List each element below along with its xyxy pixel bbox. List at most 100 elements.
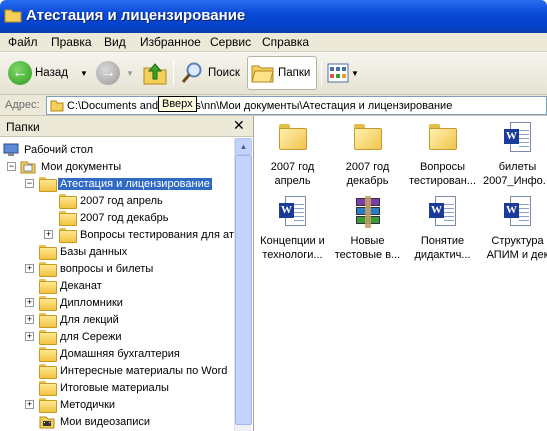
folder-icon [354,124,382,150]
tree-item-databases[interactable]: Базы данных [39,243,129,260]
tree-item-questions-tickets[interactable]: вопросы и билеты [39,260,155,277]
menu-view[interactable]: Вид [104,35,126,49]
tree-item-label: Мои видеозаписи [60,415,151,428]
folders-button[interactable]: Папки [247,56,317,90]
address-bar: Адрес: C:\Documents and Settings\nn\Мои … [0,95,547,116]
search-label: Поиск [208,67,240,79]
expand-icon[interactable]: + [25,315,34,324]
chevron-down-icon: ▼ [351,68,359,78]
tree-item-for-seryozha[interactable]: для Сережи [39,328,124,345]
back-button[interactable]: ← Назад ▼ [8,56,88,90]
tree-item-home-accounting[interactable]: Домашняя бухгалтерия [39,345,182,362]
word-document-icon: W [279,196,307,228]
tree-item-my-documents[interactable]: Мои документы [20,158,123,175]
collapse-icon[interactable]: − [7,162,16,171]
folder-icon [39,398,57,413]
forward-button[interactable]: → ▼ [96,56,134,90]
folder-icon [39,364,57,379]
folders-label: Папки [278,67,311,79]
file-item[interactable]: W Понятие дидактич... [405,196,480,262]
up-button[interactable] [142,56,168,90]
video-folder-icon [39,416,55,428]
menu-help[interactable]: Справка [262,35,309,49]
address-input[interactable]: C:\Documents and Settings\nn\Мои докумен… [46,96,547,115]
folder-icon [59,194,77,209]
tree-item-final-materials[interactable]: Итоговые материалы [39,379,171,396]
file-item[interactable]: W Концепции и технологи... [255,196,330,262]
views-icon [327,63,349,83]
menu-tools[interactable]: Сервис [210,35,251,49]
expand-icon[interactable]: + [25,332,34,341]
tree-item-label: 2007 год декабрь [80,211,169,224]
tree-item-desktop[interactable]: Рабочий стол [3,141,95,158]
tree-item-dekanat[interactable]: Деканат [39,277,104,294]
tree-item-label: Рабочий стол [24,143,94,156]
expand-icon[interactable]: + [25,264,34,273]
tree-item-label: Деканат [60,279,102,292]
file-name-line2: АПИМ и дек [486,249,547,261]
tree-item-my-videos[interactable]: Мои видеозаписи [39,413,152,430]
file-name-line1: 2007 год [270,161,315,173]
menu-edit[interactable]: Правка [51,35,92,49]
folder-icon [4,9,22,23]
tree-item-2007-april[interactable]: 2007 год апрель [59,192,165,209]
tree-item-test-questions[interactable]: Вопросы тестирования для ат [59,226,234,243]
folder-icon [39,381,57,396]
file-item[interactable]: 2007 год декабрь [330,122,405,188]
file-item[interactable]: 2007 год апрель [255,122,330,188]
file-name-line2: апрель [274,175,311,187]
tree-item-atestatsia[interactable]: Атестация и лицензирование [39,175,212,192]
menu-file[interactable]: Файл [8,35,38,49]
collapse-icon[interactable]: − [25,179,34,188]
tree-item-label: 2007 год апрель [80,194,163,207]
expand-icon[interactable]: + [25,298,34,307]
folder-icon [39,347,57,362]
folders-icon [251,65,274,83]
file-list: 2007 год апрель 2007 год декабрь Вопросы… [255,116,547,431]
tree-item-metodichki[interactable]: Методички [39,396,117,413]
file-name-line1: билеты [498,161,537,173]
tree-item-label: Для лекций [60,313,119,326]
folders-scrollbar[interactable]: ▲ [234,138,252,431]
views-button[interactable]: ▼ [327,56,359,90]
folder-icon [39,313,57,328]
tree-item-label: Базы данных [60,245,128,258]
tree-item-label: Методички [60,398,116,411]
search-button[interactable]: Поиск [181,56,240,90]
tree-item-2007-december[interactable]: 2007 год декабрь [59,209,171,226]
title-bar[interactable]: Атестация и лицензирование [0,0,547,33]
scrollbar-thumb[interactable] [235,155,252,425]
folder-icon [59,228,77,243]
tree-item-label: Интересные материалы по Word [60,364,228,377]
expand-icon[interactable]: + [25,400,34,409]
tree-item-label: вопросы и билеты [60,262,154,275]
address-label: Адрес: [5,99,40,111]
tree-item-lectures[interactable]: Для лекций [39,311,121,328]
folders-pane-header: Папки ✕ [0,116,253,137]
folder-icon [279,124,307,150]
file-item[interactable]: Вопросы тестирован... [405,122,480,188]
tree-item-word-materials[interactable]: Интересные материалы по Word [39,362,229,379]
word-document-icon: W [504,122,532,154]
folder-icon [429,124,457,150]
file-name-line1: Концепции и [260,235,325,247]
file-item[interactable]: W Структура АПИМ и дек [480,196,547,262]
folder-open-icon [39,177,57,192]
file-item[interactable]: Новые тестовые в... [330,196,405,262]
file-name-line2: дидактич... [414,249,471,261]
folder-up-icon [143,63,167,85]
chevron-down-icon: ▼ [79,68,88,78]
folder-tree[interactable]: Рабочий стол − Мои документы − Атестация… [0,138,234,431]
folder-icon [39,279,57,294]
file-item[interactable]: W билеты 2007_Инфо... [480,122,547,188]
forward-arrow-icon: → [96,61,120,85]
desktop-icon [3,143,19,156]
folder-icon [39,330,57,345]
tree-item-diplomniki[interactable]: Дипломники [39,294,125,311]
file-name-line2: тестовые в... [334,249,401,261]
close-icon[interactable]: ✕ [233,117,245,134]
expand-icon[interactable]: + [44,230,53,239]
scroll-up-icon[interactable]: ▲ [235,138,252,155]
menu-favorites[interactable]: Избранное [140,35,201,49]
word-document-icon: W [429,196,457,228]
